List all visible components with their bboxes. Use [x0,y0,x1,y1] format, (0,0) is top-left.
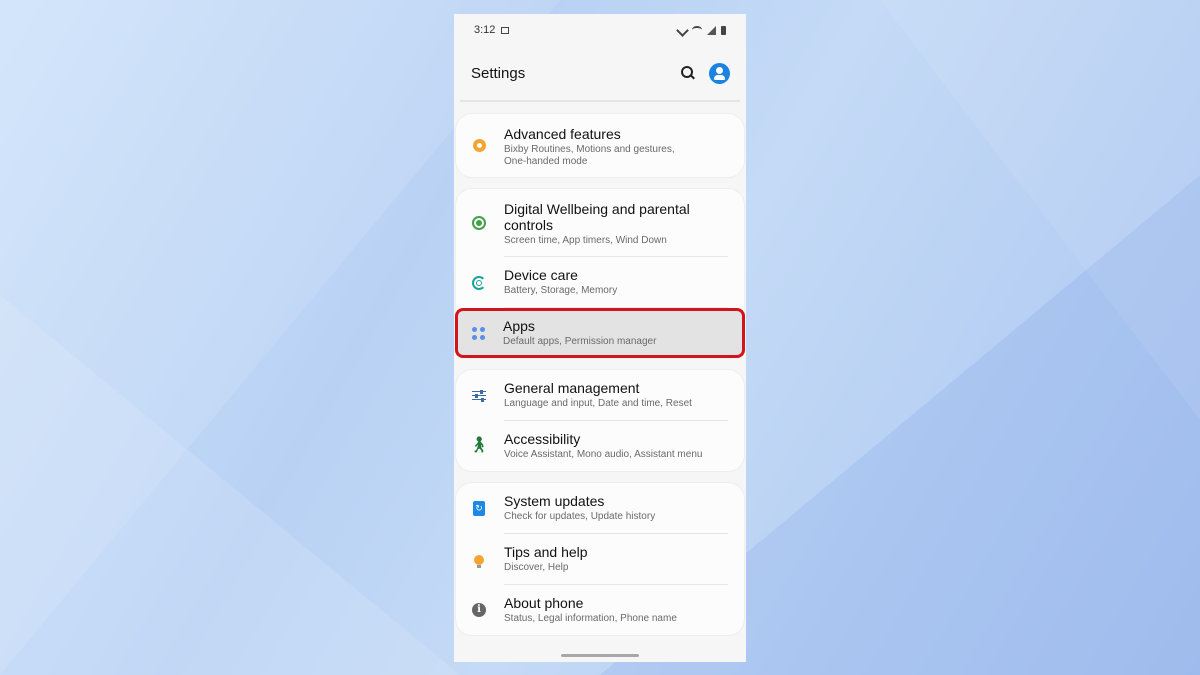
info-icon: i [472,603,486,617]
digital-wellbeing-icon [472,216,486,230]
page-title: Settings [471,64,526,82]
item-subtitle: Default apps, Permission manager [503,336,657,347]
gesture-nav-handle[interactable] [561,654,639,657]
item-subtitle: Battery, Storage, Memory [504,285,618,296]
advanced-features-icon [472,139,486,152]
lightbulb-icon [474,554,484,568]
item-label: System updates [504,493,605,509]
settings-item-device-care[interactable]: Device care Battery, Storage, Memory [456,257,744,308]
settings-group: Digital Wellbeing and parental controls … [455,189,745,358]
item-subtitle: Discover, Help [504,562,569,573]
system-update-icon: ↻ [473,501,485,516]
settings-item-system-updates[interactable]: ↻ System updates Check for updates, Upda… [456,483,744,534]
battery-icon [721,25,726,35]
image-notification-icon [501,26,510,34]
search-icon[interactable] [681,66,695,80]
item-subtitle: Language and input, Date and time, Reset [504,398,692,409]
settings-group: General management Language and input, D… [456,370,744,471]
item-label: Advanced features [504,126,621,142]
account-avatar-icon[interactable] [709,62,730,84]
status-bar: 3:12 [454,14,746,46]
settings-item-advanced-features[interactable]: Advanced features Bixby Routines, Motion… [456,114,744,177]
wifi-icon [692,26,702,34]
item-label: Device care [504,267,578,283]
background-shape [0,295,460,675]
settings-item-general-management[interactable]: General management Language and input, D… [456,370,744,421]
settings-group: ↻ System updates Check for updates, Upda… [456,483,744,635]
settings-group: Advanced features Bixby Routines, Motion… [456,114,744,177]
item-subtitle: Screen time, App timers, Wind Down [504,235,667,246]
item-label: Digital Wellbeing and parental controls [504,201,690,233]
signal-icon [707,25,716,35]
settings-item-accessibility[interactable]: 🚶︎ Accessibility Voice Assistant, Mono a… [456,421,744,471]
item-subtitle: Check for updates, Update history [504,511,656,522]
item-subtitle: Bixby Routines, Motions and gestures, On… [504,144,675,167]
status-time: 3:12 [474,24,496,36]
sliders-icon [472,389,486,402]
item-label: General management [504,380,640,396]
settings-item-about-phone[interactable]: i About phone Status, Legal information,… [456,585,744,635]
mute-icon [676,23,689,37]
device-care-icon [472,275,486,290]
item-subtitle: Voice Assistant, Mono audio, Assistant m… [504,449,703,460]
phone-screen: 3:12 Settings Advanced features Bixby Ro… [454,14,746,662]
item-label: About phone [504,595,584,611]
item-label: Apps [503,318,535,334]
settings-item-digital-wellbeing[interactable]: Digital Wellbeing and parental controls … [456,189,744,257]
settings-item-apps[interactable]: Apps Default apps, Permission manager [455,308,745,358]
background-shape [880,0,1200,420]
item-label: Accessibility [504,431,581,447]
apps-grid-icon [471,326,485,340]
divider [460,100,740,102]
accessibility-icon: 🚶︎ [468,437,490,454]
settings-item-tips-and-help[interactable]: Tips and help Discover, Help [456,534,744,585]
app-bar: Settings [454,46,746,100]
item-label: Tips and help [504,544,588,560]
item-subtitle: Status, Legal information, Phone name [504,613,677,624]
